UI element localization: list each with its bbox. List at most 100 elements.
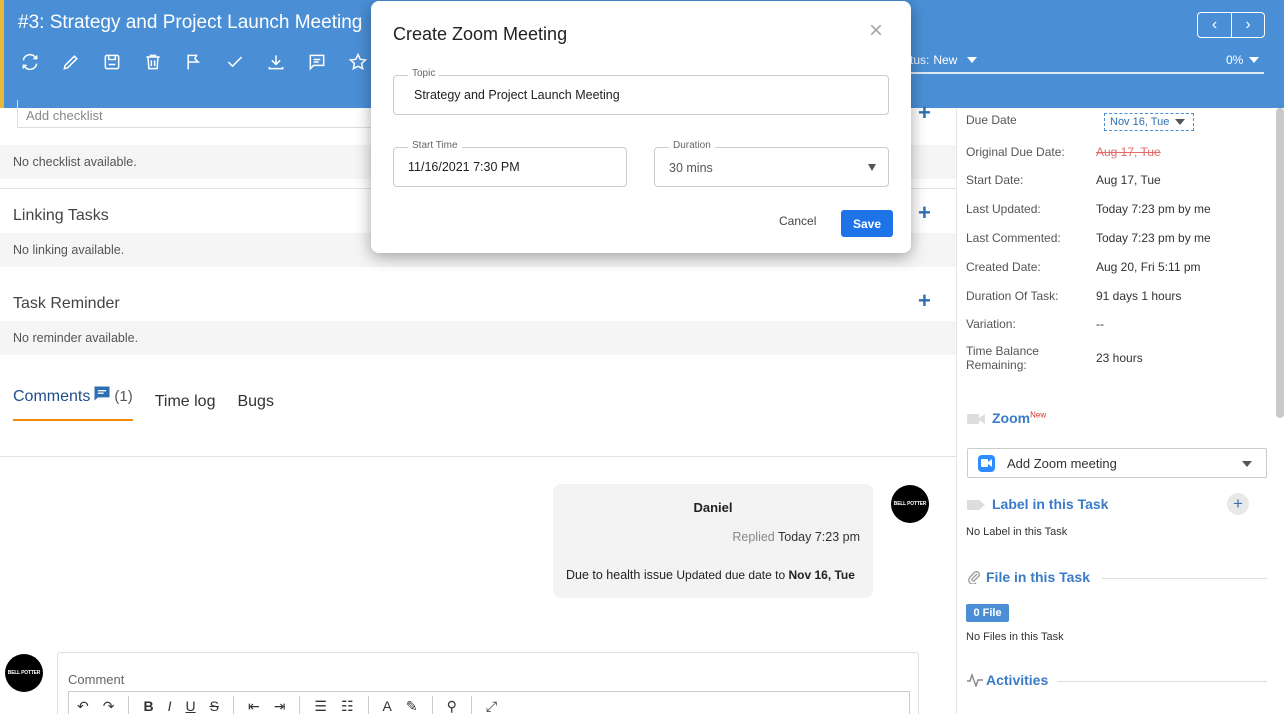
editor-toolbar: ↶ ↷ B I U S ⇤ ⇥ ☰ ☷ A ✎ ⚲ ⤢ [68, 691, 910, 714]
comment-update-text: Updated due date to [676, 568, 786, 582]
progress-value: 0% [1226, 53, 1244, 67]
undo-icon[interactable]: ↶ [77, 698, 89, 714]
due-date-picker[interactable]: Nov 16, Tue [1104, 113, 1194, 131]
tab-comments[interactable]: Comments (1) [13, 384, 133, 421]
info-key: Time Balance Remaining: [966, 344, 1039, 372]
topic-label: Topic [408, 68, 440, 79]
task-navigation: ‹ › [1197, 12, 1265, 38]
comment-update-date: Nov 16, Tue [788, 568, 855, 582]
chevron-down-icon [1175, 119, 1186, 125]
file-count-badge[interactable]: 0 File [966, 604, 1009, 622]
dialog-title: Create Zoom Meeting [393, 24, 568, 44]
cancel-button[interactable]: Cancel [779, 214, 816, 228]
avatar: BELL POTTER [891, 485, 929, 523]
tab-time-log[interactable]: Time log [155, 393, 216, 421]
divider [1102, 578, 1267, 579]
info-value: Aug 20, Fri 5:11 pm [1096, 260, 1201, 274]
progress-dropdown[interactable]: 0% [1226, 53, 1260, 67]
activity-icon [967, 673, 983, 687]
task-info-sidebar: Due Date Nov 16, Tue Original Due Date: … [956, 108, 1284, 714]
duration-label: Duration [669, 140, 715, 151]
info-value: 91 days 1 hours [1096, 289, 1182, 303]
refresh-icon[interactable] [20, 50, 61, 74]
info-key: Start Date: [966, 173, 1024, 187]
redo-icon[interactable]: ↷ [103, 698, 115, 714]
label-section-title: Label in this Task [992, 496, 1109, 512]
divider [1057, 681, 1267, 682]
add-label-button[interactable]: + [1227, 493, 1249, 515]
add-linking-button[interactable]: + [918, 202, 931, 224]
comment-editor[interactable]: Comment ↶ ↷ B I U S ⇤ ⇥ ☰ ☷ A ✎ ⚲ ⤢ [57, 652, 919, 714]
italic-icon[interactable]: I [168, 698, 172, 714]
add-checklist-button[interactable]: + [918, 102, 931, 124]
divider [0, 456, 956, 457]
duration-select[interactable]: Duration 30 mins [654, 140, 889, 187]
link-icon[interactable]: ⚲ [447, 698, 457, 714]
dropdown-arrow-icon [868, 164, 876, 171]
comment-icon[interactable] [307, 50, 348, 74]
status-dropdown[interactable]: tus: New [910, 53, 978, 67]
avatar: BELL POTTER [5, 654, 43, 692]
bold-icon[interactable]: B [143, 698, 153, 714]
info-key: Last Commented: [966, 231, 1061, 245]
start-time-label: Start Time [408, 140, 462, 151]
outdent-icon[interactable]: ⇤ [248, 698, 260, 714]
strikethrough-icon[interactable]: S [210, 698, 219, 714]
topic-field[interactable]: Topic Strategy and Project Launch Meetin… [393, 68, 889, 115]
highlight-icon[interactable]: ✎ [406, 698, 418, 714]
file-section-title: File in this Task [986, 569, 1090, 585]
separator [128, 696, 130, 714]
scrollbar[interactable] [1276, 108, 1284, 418]
tab-bugs[interactable]: Bugs [237, 393, 273, 421]
task-title: #3: Strategy and Project Launch Meeting [18, 12, 363, 33]
flag-icon[interactable] [184, 50, 225, 74]
start-time-field[interactable]: Start Time 11/16/2021 7:30 PM [393, 140, 627, 187]
info-key: Created Date: [966, 260, 1041, 274]
indent-icon[interactable]: ⇥ [274, 698, 286, 714]
info-value: Today 7:23 pm by me [1096, 202, 1211, 216]
replied-label: Replied [732, 530, 775, 544]
download-icon[interactable] [266, 50, 307, 74]
video-camera-icon [967, 414, 985, 424]
save-button[interactable]: Save [841, 210, 893, 237]
header-accent-bar [0, 0, 4, 108]
label-icon [967, 500, 985, 510]
fullscreen-icon[interactable]: ⤢ [486, 698, 497, 714]
task-toolbar [20, 50, 389, 74]
previous-task-button[interactable]: ‹ [1198, 13, 1231, 37]
comment-timestamp: Replied Today 7:23 pm [732, 530, 860, 544]
no-files-message: No Files in this Task [966, 631, 1064, 643]
info-key: Duration Of Task: [966, 289, 1059, 303]
zoom-title: Zoom [992, 410, 1031, 426]
attachment-icon [968, 571, 980, 584]
close-icon[interactable]: × [869, 19, 883, 43]
status-value: New [933, 53, 958, 67]
create-zoom-meeting-dialog: Create Zoom Meeting × Topic Strategy and… [371, 1, 911, 253]
save-icon[interactable] [102, 50, 143, 74]
zoom-icon [978, 454, 995, 472]
delete-icon[interactable] [143, 50, 184, 74]
check-icon[interactable] [225, 50, 266, 74]
numbered-list-icon[interactable]: ☰ [314, 698, 327, 714]
due-date-value: Nov 16, Tue [1110, 116, 1170, 128]
add-checklist-input[interactable]: Add checklist [17, 100, 377, 128]
info-key: Original Due Date: [966, 145, 1065, 159]
new-badge: New [1030, 410, 1047, 420]
separator [232, 696, 234, 714]
status-underline [910, 72, 1264, 74]
bullet-list-icon[interactable]: ☷ [341, 698, 354, 714]
add-zoom-meeting-dropdown[interactable]: Add Zoom meeting [967, 448, 1267, 478]
edit-icon[interactable] [61, 50, 102, 74]
linking-tasks-title: Linking Tasks [13, 207, 109, 224]
due-date-label: Due Date [966, 113, 1017, 127]
chevron-down-icon [1249, 57, 1260, 63]
no-label-message: No Label in this Task [966, 526, 1068, 538]
underline-icon[interactable]: U [185, 698, 195, 714]
text-color-icon[interactable]: A [383, 698, 392, 714]
comment-tabs: Comments (1) Time log Bugs [13, 384, 274, 421]
chevron-left-icon: ‹ [1211, 16, 1218, 33]
next-task-button[interactable]: › [1231, 13, 1264, 37]
comment-body: Due to health issue Updated due date to … [566, 568, 855, 582]
add-reminder-button[interactable]: + [918, 290, 931, 312]
info-value: Aug 17, Tue [1096, 173, 1161, 187]
